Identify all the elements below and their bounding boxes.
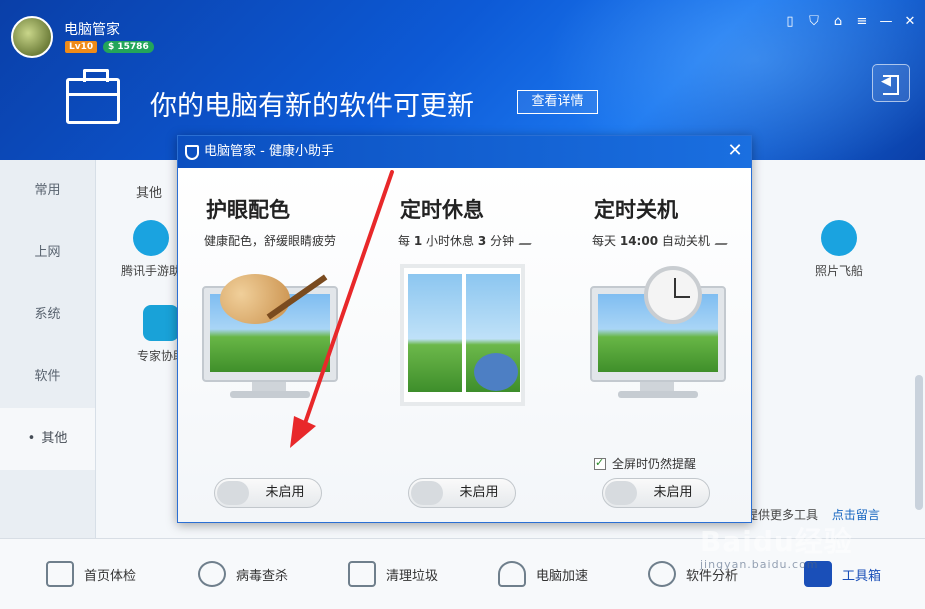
dialog-close-icon[interactable]: ✕ — [727, 136, 743, 166]
menu-icon[interactable]: ≡ — [855, 14, 869, 30]
left-nav: 常用 上网 系统 软件 其他 — [0, 160, 96, 538]
bottom-item-virus-scan[interactable]: 病毒查杀 — [198, 559, 288, 589]
shirt-icon[interactable]: ⌂ — [831, 14, 845, 30]
feature-desc: 每天 14:00 自动关机 — [592, 232, 734, 249]
close-icon[interactable]: ✕ — [903, 14, 917, 30]
update-headline: 你的电脑有新的软件可更新 — [150, 91, 474, 122]
toggle-label: 未启用 — [459, 485, 499, 500]
watermark-sub: jingyan.baidu.com — [700, 558, 819, 571]
dialog-body: 护眼配色 健康配色，舒缓眼睛疲劳 未启用 定时休息 每 1 小时休息 3 分钟 — [178, 168, 751, 522]
bottom-item-label: 电脑加速 — [536, 568, 589, 584]
nav-item-other[interactable]: 其他 — [0, 408, 95, 470]
dialog-titlebar[interactable]: 电脑管家 - 健康小助手 ✕ — [178, 136, 751, 168]
avatar[interactable] — [11, 16, 53, 58]
expert-help-icon — [143, 305, 179, 341]
minimize-icon[interactable]: — — [879, 14, 893, 30]
photo-ship-icon — [821, 220, 857, 256]
desc-text: 小时休息 — [426, 234, 475, 248]
watermark-main: Baidu经验 — [700, 525, 853, 558]
bottom-item-label: 清理垃圾 — [386, 568, 439, 584]
desc-text: 每天 — [592, 234, 617, 248]
eye-care-toggle[interactable]: 未启用 — [214, 478, 322, 508]
bottom-item-clean-junk[interactable]: 清理垃圾 — [348, 559, 438, 589]
broom-icon — [348, 561, 376, 587]
toggle-label: 未启用 — [265, 485, 305, 500]
shield-icon — [185, 145, 199, 160]
exit-icon[interactable] — [872, 64, 910, 102]
edit-icon[interactable] — [714, 233, 734, 245]
bottom-item-label: 病毒查杀 — [236, 568, 289, 584]
nav-item-software[interactable]: 软件 — [0, 346, 95, 408]
rest-duration-minutes: 3 — [477, 234, 487, 248]
baidu-watermark: Baidu经验 jingyan.baidu.com — [700, 520, 853, 571]
timed-rest-illustration — [400, 264, 525, 406]
tool-photo-ship[interactable]: 照片飞船 — [794, 220, 884, 279]
rocket-icon — [498, 561, 526, 587]
health-assistant-dialog: 电脑管家 - 健康小助手 ✕ 护眼配色 健康配色，舒缓眼睛疲劳 未启用 定时休息… — [177, 135, 752, 523]
feature-title: 定时休息 — [400, 198, 484, 222]
game-assistant-icon — [133, 220, 169, 256]
tool-label: 腾讯手游助 — [120, 264, 181, 278]
desc-text: 自动关机 — [661, 234, 710, 248]
feature-title: 定时关机 — [594, 198, 678, 222]
nav-item-internet[interactable]: 上网 — [0, 222, 95, 284]
timed-rest-toggle[interactable]: 未启用 — [408, 478, 516, 508]
level-badge: Lv10 — [65, 41, 98, 53]
view-details-button[interactable]: 查看详情 — [517, 90, 598, 114]
timed-shutdown-illustration — [590, 266, 726, 398]
feature-desc: 每 1 小时休息 3 分钟 — [398, 232, 538, 249]
feature-title: 护眼配色 — [206, 198, 290, 222]
section-label: 其他 — [136, 186, 163, 201]
tool-label: 照片飞船 — [814, 264, 863, 278]
bottom-item-checkup[interactable]: 首页体检 — [46, 559, 136, 589]
rest-interval-hours: 1 — [413, 234, 423, 248]
toggle-knob — [411, 481, 443, 505]
fullscreen-remind-checkbox[interactable]: 全屏时仍然提醒 — [594, 455, 696, 472]
edit-icon[interactable] — [518, 233, 538, 245]
bottom-item-speedup[interactable]: 电脑加速 — [498, 559, 588, 589]
alarm-clock-icon — [644, 266, 702, 324]
nav-item-common[interactable]: 常用 — [0, 160, 95, 222]
timed-shutdown-toggle[interactable]: 未启用 — [602, 478, 710, 508]
toggle-knob — [217, 481, 249, 505]
monitor-icon — [46, 561, 74, 587]
shutdown-time: 14:00 — [619, 234, 659, 248]
bird-icon — [474, 353, 518, 391]
window-controls: ▯ ⛉ ⌂ ≡ — ✕ — [783, 14, 917, 30]
toggle-label: 未启用 — [653, 485, 693, 500]
annotation-arrow — [290, 170, 394, 448]
toggle-knob — [605, 481, 637, 505]
coins-badge: $ 15786 — [103, 41, 154, 53]
checkbox-checked-icon[interactable] — [594, 456, 606, 470]
desc-text: 分钟 — [490, 234, 515, 248]
feature-timed-rest: 定时休息 每 1 小时休息 3 分钟 未启用 — [372, 168, 562, 522]
app-title: 电脑管家 — [64, 22, 120, 38]
shield-icon[interactable]: ⛉ — [807, 14, 821, 30]
nav-item-system[interactable]: 系统 — [0, 284, 95, 346]
phone-icon[interactable]: ▯ — [783, 14, 797, 30]
dialog-title: 电脑管家 - 健康小助手 — [204, 144, 334, 159]
scrollbar[interactable] — [915, 375, 923, 510]
feature-timed-shutdown: 定时关机 每天 14:00 自动关机 全屏时仍然提醒 未启用 — [566, 168, 756, 522]
toolbox-icon — [66, 69, 120, 124]
flower-icon — [648, 561, 676, 587]
bottom-item-label: 首页体检 — [84, 568, 137, 584]
checkbox-label: 全屏时仍然提醒 — [612, 457, 697, 471]
target-icon — [198, 561, 226, 587]
